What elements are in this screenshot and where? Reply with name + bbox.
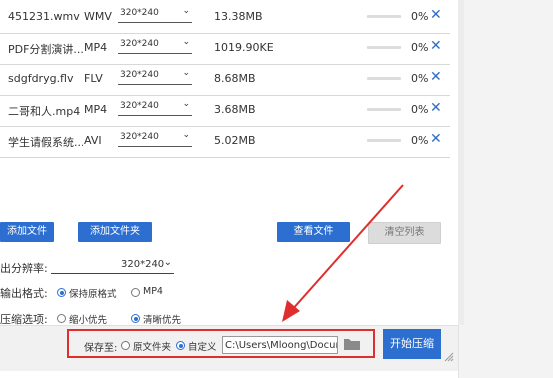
compress-clear-label: 清晰优先: [143, 315, 182, 326]
add-file-button[interactable]: 添加文件: [0, 222, 54, 242]
file-resolution-value: 320*240: [120, 101, 159, 111]
chevron-down-icon: ⌄: [182, 99, 190, 109]
format-keep-label: 保持原格式: [69, 289, 117, 300]
table-row[interactable]: 学生请假系统... AVI 320*240 ⌄ 5.02MB 0% ✕: [0, 126, 450, 158]
file-resolution-value: 320*240: [120, 8, 159, 18]
file-size: 13.38MB: [214, 10, 263, 23]
clear-list-button[interactable]: 清空列表: [368, 222, 441, 244]
chevron-down-icon: ⌄: [182, 68, 190, 78]
file-name: 二哥和人.mp4: [8, 105, 81, 118]
file-resolution-value: 320*240: [120, 39, 159, 49]
file-resolution-value: 320*240: [120, 132, 159, 142]
file-resolution-select[interactable]: 320*240 ⌄: [118, 6, 192, 23]
save-custom-label: 自定义: [188, 342, 217, 353]
format-label: 输出格式:: [0, 287, 48, 300]
resolution-value: 320*240: [121, 259, 165, 270]
chevron-down-icon: ⌄: [182, 6, 190, 16]
chevron-down-icon: ⌄: [182, 37, 190, 47]
compress-clear-radio[interactable]: [131, 314, 140, 323]
save-original-label: 原文件夹: [133, 342, 172, 353]
close-icon[interactable]: ✕: [430, 38, 442, 54]
progress-bar: [367, 15, 401, 18]
start-compress-button[interactable]: 开始压缩: [383, 329, 441, 359]
progress-percent: 0%: [411, 41, 429, 54]
close-icon[interactable]: ✕: [430, 131, 442, 147]
save-label: 保存至:: [84, 343, 118, 354]
save-path-input[interactable]: C:\Users\Mloong\Docume: [222, 336, 338, 354]
format-keep-radio[interactable]: [57, 288, 66, 297]
format-mp4-label: MP4: [143, 286, 163, 297]
format-mp4-radio[interactable]: [131, 288, 140, 297]
file-resolution-select[interactable]: 320*240 ⌄: [118, 68, 192, 85]
file-size: 8.68MB: [214, 72, 256, 85]
file-name: 学生请假系统...: [8, 136, 83, 149]
table-row[interactable]: 二哥和人.mp4 MP4 320*240 ⌄ 3.68MB 0% ✕: [0, 95, 450, 127]
save-original-radio[interactable]: [121, 341, 130, 350]
view-file-button[interactable]: 查看文件: [277, 222, 350, 242]
progress-percent: 0%: [411, 134, 429, 147]
chevron-down-icon: ⌄: [163, 257, 172, 268]
compress-small-radio[interactable]: [57, 314, 66, 323]
file-resolution-select[interactable]: 320*240 ⌄: [118, 37, 192, 54]
file-resolution-select[interactable]: 320*240 ⌄: [118, 130, 192, 147]
file-resolution-select[interactable]: 320*240 ⌄: [118, 99, 192, 116]
resolution-label: 出分辨率:: [0, 262, 48, 275]
file-name: PDF分割演讲...: [8, 43, 83, 56]
progress-percent: 0%: [411, 10, 429, 23]
compress-small-label: 缩小优先: [69, 315, 108, 326]
progress-bar: [367, 46, 401, 49]
progress-bar: [367, 77, 401, 80]
file-size: 3.68MB: [214, 103, 256, 116]
file-name: sdgfdryg.flv: [8, 72, 74, 85]
chevron-down-icon: ⌄: [182, 130, 190, 140]
folder-icon[interactable]: [343, 337, 361, 351]
progress-percent: 0%: [411, 103, 429, 116]
close-icon[interactable]: ✕: [430, 69, 442, 85]
save-custom-radio[interactable]: [176, 341, 185, 350]
table-row[interactable]: sdgfdryg.flv FLV 320*240 ⌄ 8.68MB 0% ✕: [0, 64, 450, 96]
close-icon[interactable]: ✕: [430, 7, 442, 23]
file-size: 1019.90KE: [214, 41, 274, 54]
right-margin: [458, 0, 553, 378]
progress-bar: [367, 108, 401, 111]
table-row[interactable]: 451231.wmv WMV 320*240 ⌄ 13.38MB 0% ✕: [0, 2, 450, 34]
resolution-select[interactable]: 320*240 ⌄: [51, 257, 174, 274]
file-size: 5.02MB: [214, 134, 256, 147]
file-name: 451231.wmv: [8, 10, 80, 23]
progress-bar: [367, 139, 401, 142]
table-row[interactable]: PDF分割演讲... MP4 320*240 ⌄ 1019.90KE 0% ✕: [0, 33, 450, 65]
progress-percent: 0%: [411, 72, 429, 85]
close-icon[interactable]: ✕: [430, 100, 442, 116]
file-resolution-value: 320*240: [120, 70, 159, 80]
list-scrollbar[interactable]: [458, 0, 464, 325]
add-folder-button[interactable]: 添加文件夹: [78, 222, 152, 242]
resize-grip-icon[interactable]: [442, 350, 454, 362]
